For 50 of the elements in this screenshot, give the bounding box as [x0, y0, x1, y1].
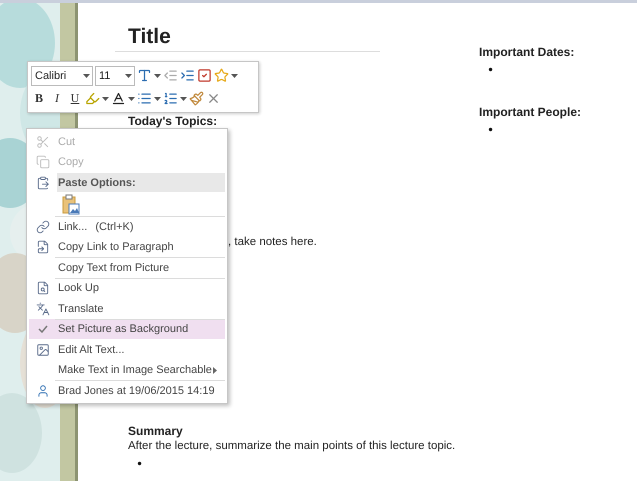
menu-item[interactable]: Make Text in Image Searchable: [29, 360, 225, 380]
search-icon: [36, 281, 50, 296]
checkbox-icon[interactable]: [197, 68, 212, 83]
clipboard-icon: [36, 176, 50, 190]
caret-icon[interactable]: [125, 74, 132, 78]
scissors-icon: [36, 134, 50, 149]
page-title[interactable]: Title: [115, 25, 380, 52]
font-size-dropdown[interactable]: 11: [95, 66, 135, 86]
underline-button[interactable]: U: [67, 88, 83, 108]
list-bullet: •: [487, 123, 494, 137]
link-icon: [36, 220, 50, 234]
caret-icon[interactable]: [180, 96, 187, 100]
image-icon: [36, 342, 50, 357]
paintbrush-icon[interactable]: [189, 91, 204, 106]
bold-button[interactable]: B: [31, 88, 47, 108]
text-style-icon[interactable]: [137, 68, 152, 83]
list-bullet: •: [136, 457, 144, 471]
caret-icon[interactable]: [102, 96, 109, 100]
copy-icon: [36, 155, 50, 170]
caret-icon[interactable]: [154, 74, 161, 78]
note-text: After the lecture, summarize the main points of this lecture topic.: [128, 440, 456, 452]
submenu-arrow-icon: [213, 366, 217, 374]
menu-item[interactable]: Edit Alt Text...: [29, 339, 225, 360]
section-heading: Today's Topics:: [128, 114, 218, 128]
caret-icon[interactable]: [154, 96, 161, 100]
italic-button[interactable]: I: [49, 88, 65, 108]
menu-item[interactable]: Copy Link to Paragraph: [29, 236, 225, 257]
star-icon[interactable]: [214, 68, 229, 83]
font-color-icon[interactable]: [111, 91, 126, 106]
menu-item[interactable]: Set Picture as Background: [29, 318, 225, 339]
caret-icon[interactable]: [83, 74, 90, 78]
menu-section-header: Paste Options:: [57, 173, 225, 192]
bullet-list-icon[interactable]: [137, 91, 152, 106]
numbered-list-icon[interactable]: [163, 91, 178, 106]
list-bullet: •: [487, 63, 494, 77]
translate-icon: [36, 302, 50, 316]
person-icon: [36, 384, 50, 398]
section-heading: Important Dates:: [479, 45, 574, 59]
section-heading: Summary: [128, 424, 183, 438]
shortcut-text: (Ctrl+K): [95, 220, 134, 233]
clear-formatting-icon[interactable]: [206, 91, 221, 106]
document-link-icon: [36, 240, 50, 254]
caret-icon[interactable]: [231, 74, 238, 78]
font-dropdown[interactable]: Calibri: [31, 66, 93, 86]
note-text: , take notes here.: [228, 236, 317, 248]
caret-icon[interactable]: [128, 96, 135, 100]
increase-indent-icon[interactable]: [180, 68, 195, 83]
clipboard-picture-icon: [62, 194, 80, 216]
section-heading: Important People:: [479, 105, 582, 119]
menu-item[interactable]: Translate: [29, 298, 225, 318]
